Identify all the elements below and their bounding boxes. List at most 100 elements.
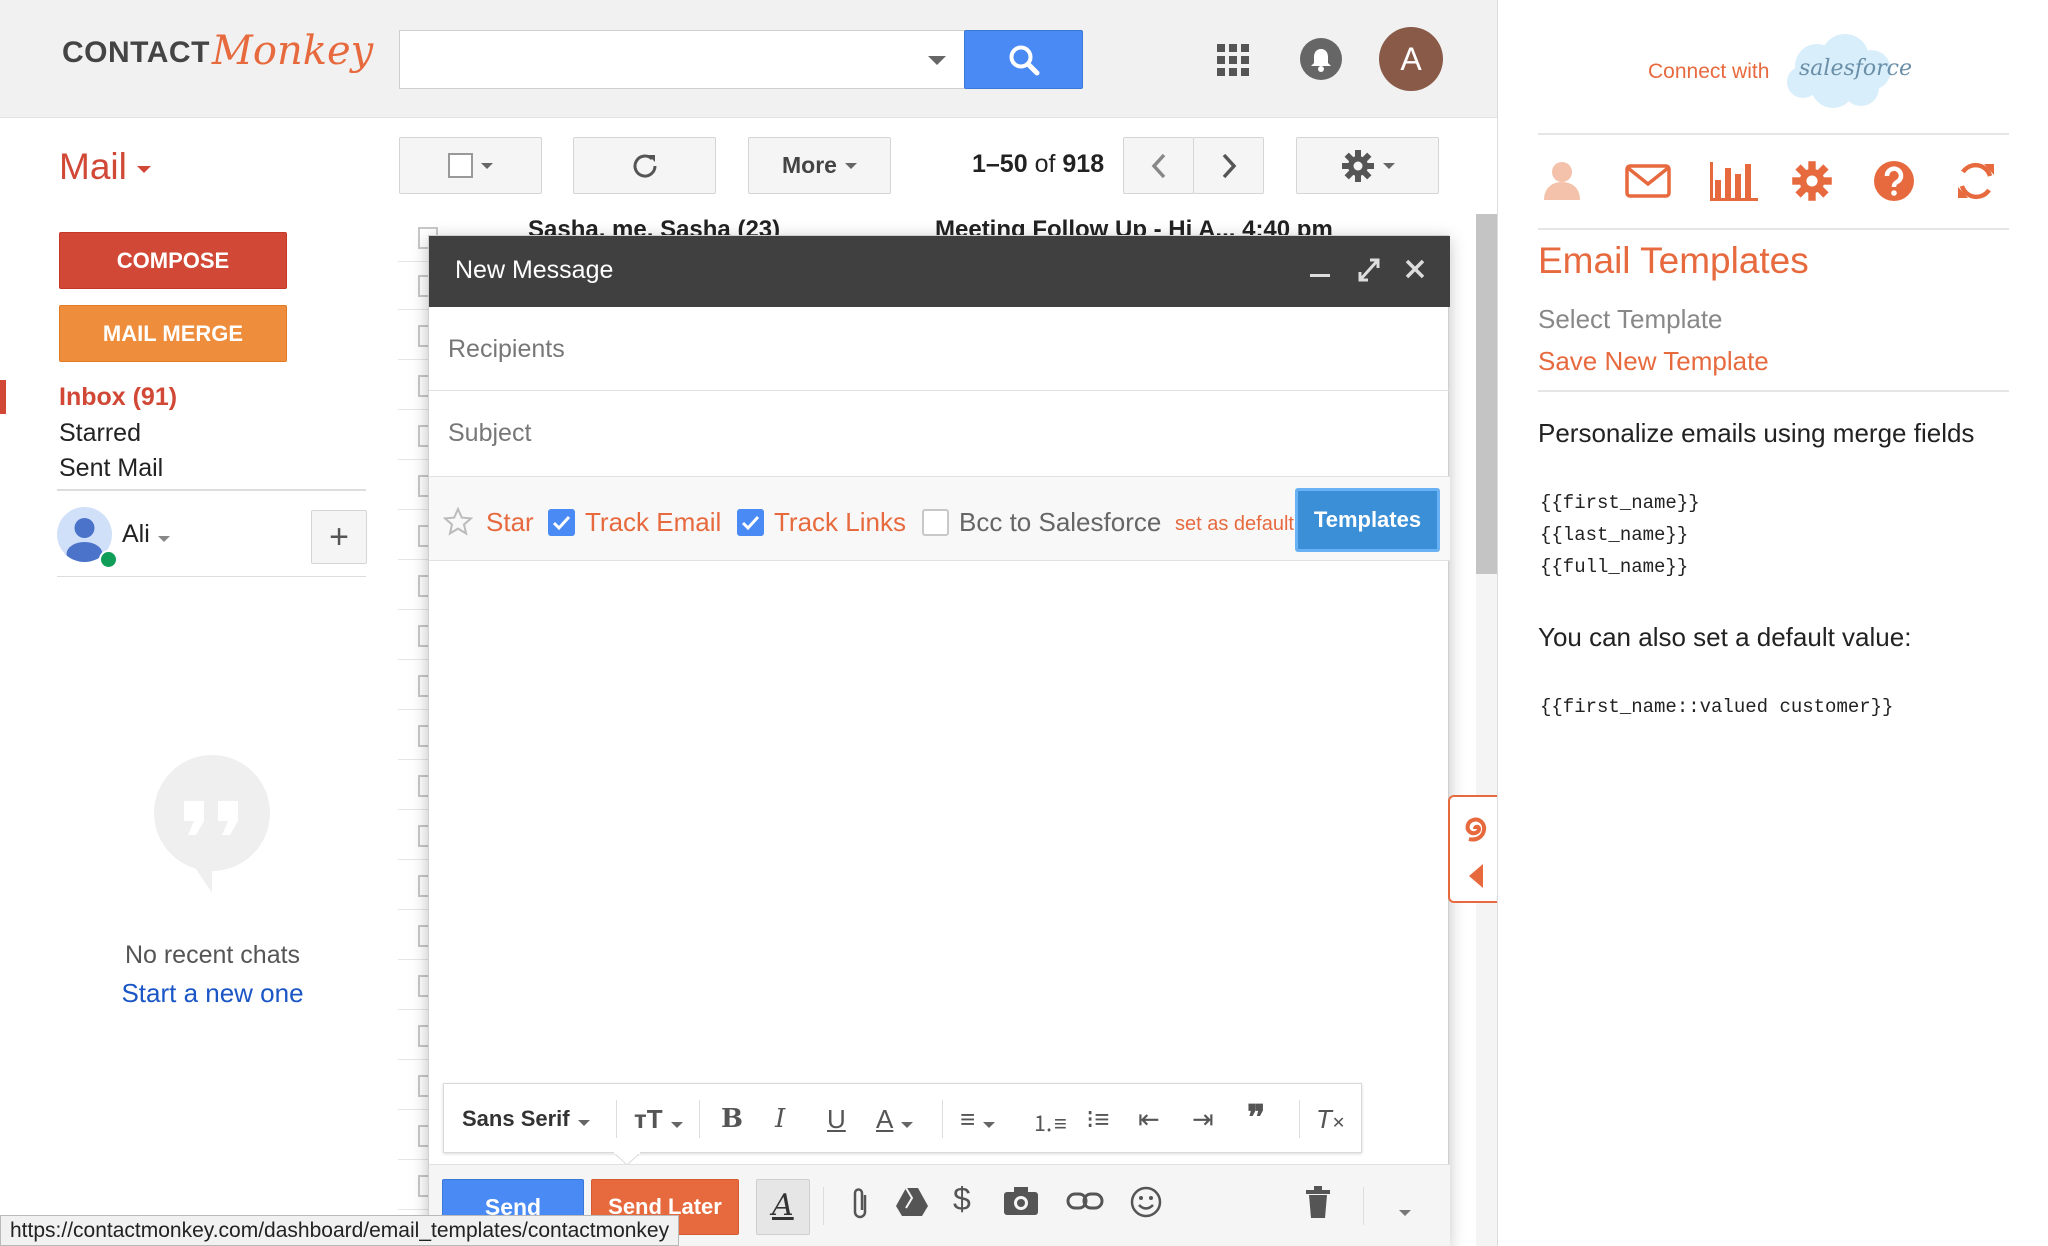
list-item[interactable] <box>398 262 438 310</box>
list-item[interactable] <box>398 1112 438 1160</box>
close-icon[interactable] <box>1403 254 1427 291</box>
save-new-template-link[interactable]: Save New Template <box>1538 346 1769 377</box>
contactmonkey-side-tab[interactable] <box>1448 795 1497 903</box>
list-item[interactable] <box>398 412 438 460</box>
emoji-icon[interactable] <box>1129 1185 1163 1219</box>
settings-button[interactable] <box>1296 137 1439 194</box>
sidebar-item-sent-mail[interactable]: Sent Mail <box>59 454 163 483</box>
select-template-link[interactable]: Select Template <box>1538 304 1723 335</box>
list-item[interactable] <box>398 712 438 760</box>
clear-formatting-icon[interactable]: T✕ <box>1316 1104 1345 1135</box>
bcc-salesforce-checkbox[interactable] <box>922 509 949 536</box>
account-avatar[interactable]: A <box>1379 27 1443 91</box>
list-item[interactable] <box>398 912 438 960</box>
track-links-checkbox[interactable] <box>737 509 764 536</box>
list-item[interactable] <box>398 562 438 610</box>
contactmonkey-panel: Connect with salesforce Email Templates … <box>1497 0 2048 1246</box>
toolbar-divider <box>942 1100 943 1138</box>
subject-field[interactable]: Subject <box>429 391 1450 477</box>
salesforce-connect-button[interactable]: salesforce <box>1781 32 1912 114</box>
chat-user-menu[interactable]: Ali <box>122 520 170 549</box>
formatting-options-button[interactable]: A <box>756 1179 810 1235</box>
star-label[interactable]: Star <box>486 507 534 538</box>
help-icon[interactable] <box>1873 160 1915 202</box>
collapse-arrow-icon <box>1469 864 1483 888</box>
recipients-field[interactable]: Recipients <box>429 307 1450 391</box>
gear-icon[interactable] <box>1791 160 1833 202</box>
compose-window: New Message Recipients Subject Star Trac… <box>428 235 1450 1246</box>
message-body[interactable] <box>429 562 1448 1082</box>
chat-user-name: Ali <box>122 520 150 548</box>
font-size-icon[interactable]: тT <box>634 1104 683 1135</box>
bulleted-list-icon[interactable]: ⁝≡ <box>1086 1104 1109 1135</box>
expand-icon[interactable] <box>1356 254 1382 291</box>
track-links-label[interactable]: Track Links <box>774 507 906 538</box>
compose-header[interactable]: New Message <box>429 236 1450 307</box>
mail-merge-button[interactable]: MAIL MERGE <box>59 305 287 362</box>
list-item[interactable] <box>398 462 438 510</box>
more-button[interactable]: More <box>748 137 891 194</box>
list-item[interactable] <box>398 214 438 262</box>
minimize-icon[interactable] <box>1309 252 1331 289</box>
track-email-label[interactable]: Track Email <box>585 507 721 538</box>
attach-icon[interactable] <box>847 1185 873 1223</box>
text-color-icon[interactable]: A <box>876 1104 914 1135</box>
add-chat-button[interactable]: + <box>311 510 367 564</box>
page-of: of <box>1034 150 1056 178</box>
camera-icon[interactable] <box>1002 1185 1040 1217</box>
numbered-list-icon[interactable]: ⒈≡ <box>1032 1106 1067 1138</box>
select-checkbox-button[interactable] <box>399 137 542 194</box>
set-as-default-link[interactable]: set as default <box>1175 513 1294 536</box>
bold-icon[interactable]: B <box>721 1104 743 1134</box>
list-item[interactable] <box>398 612 438 660</box>
sidebar-item-inbox[interactable]: Inbox (91) <box>59 383 177 412</box>
list-item[interactable] <box>398 662 438 710</box>
list-item[interactable] <box>398 1012 438 1060</box>
trash-icon[interactable] <box>1304 1185 1332 1219</box>
start-new-chat-link[interactable]: Start a new one <box>59 978 366 1009</box>
underline-icon[interactable]: U <box>827 1104 846 1135</box>
templates-button[interactable]: Templates <box>1295 488 1440 552</box>
quote-icon[interactable]: ❞ <box>1247 1098 1265 1138</box>
refresh-icon <box>633 154 657 178</box>
list-item[interactable] <box>398 1062 438 1110</box>
analytics-icon[interactable] <box>1709 160 1759 202</box>
list-item[interactable] <box>398 812 438 860</box>
italic-icon[interactable]: I <box>775 1104 785 1134</box>
compose-button[interactable]: COMPOSE <box>59 232 287 289</box>
notifications-button[interactable] <box>1300 38 1342 80</box>
mail-icon[interactable] <box>1625 164 1671 198</box>
newer-page-button[interactable] <box>1123 137 1194 194</box>
bcc-salesforce-label[interactable]: Bcc to Salesforce <box>959 507 1161 538</box>
indent-more-icon[interactable]: ⇥ <box>1192 1104 1214 1135</box>
link-icon[interactable] <box>1066 1185 1104 1217</box>
mail-switcher[interactable]: Mail <box>59 146 151 188</box>
refresh-button[interactable] <box>573 137 716 194</box>
search-button[interactable] <box>964 30 1083 89</box>
indent-less-icon[interactable]: ⇤ <box>1138 1104 1160 1135</box>
contact-icon[interactable] <box>1542 160 1582 202</box>
older-page-button[interactable] <box>1193 137 1264 194</box>
mail-list-scrollbar[interactable] <box>1476 214 1497 574</box>
star-icon[interactable] <box>443 507 473 537</box>
search-input[interactable] <box>399 30 965 89</box>
contactmonkey-logo[interactable]: CONTACT Monkey <box>62 31 373 71</box>
list-item[interactable] <box>398 762 438 810</box>
list-item[interactable] <box>398 862 438 910</box>
align-icon[interactable]: ≡ <box>960 1104 996 1135</box>
drive-icon[interactable] <box>895 1185 929 1219</box>
search-options-caret-icon[interactable] <box>928 56 946 65</box>
more-options-caret-icon[interactable] <box>1399 1203 1411 1221</box>
list-item[interactable] <box>398 362 438 410</box>
online-status-dot <box>99 550 118 569</box>
track-email-checkbox[interactable] <box>548 509 575 536</box>
apps-grid-icon[interactable] <box>1217 44 1249 76</box>
money-icon[interactable]: $ <box>953 1181 971 1218</box>
font-family-select[interactable]: Sans Serif <box>462 1106 590 1132</box>
sync-icon[interactable] <box>1954 160 1998 202</box>
list-item[interactable] <box>398 962 438 1010</box>
sidebar-item-starred[interactable]: Starred <box>59 419 141 448</box>
list-item[interactable] <box>398 512 438 560</box>
list-item[interactable] <box>398 1162 438 1210</box>
list-item[interactable] <box>398 312 438 360</box>
